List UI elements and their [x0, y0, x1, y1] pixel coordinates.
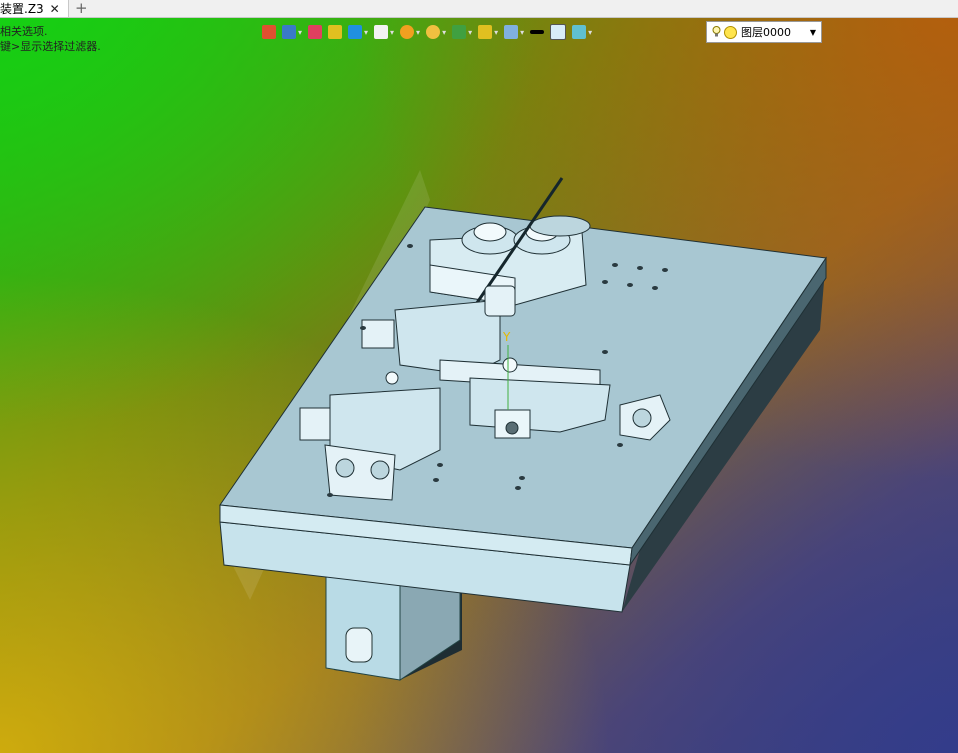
clamp-upper-post: [484, 285, 516, 317]
lower-pivot-hole-1: [335, 458, 355, 478]
chevron-down-icon[interactable]: ▾: [494, 28, 498, 37]
layer-color-icon: [724, 25, 737, 39]
chevron-down-icon[interactable]: ▼: [810, 28, 816, 37]
clamp-upper-end: [361, 319, 395, 349]
box-stack-icon: [328, 25, 343, 39]
chevron-down-icon[interactable]: ▾: [520, 28, 524, 37]
section-icon: [478, 25, 493, 39]
center-screw: [505, 421, 519, 435]
layer-stack-icon: [572, 25, 587, 39]
layer-stack-button[interactable]: ▾: [572, 25, 592, 39]
center-clamp: [469, 377, 611, 433]
3d-viewport[interactable]: Y: [0, 0, 958, 753]
color-swatch-icon: [550, 24, 567, 40]
section-button[interactable]: ▾: [478, 25, 498, 39]
solid-cube-button[interactable]: ▾: [348, 25, 368, 39]
view-cube-button[interactable]: ▾: [282, 25, 302, 39]
hint-line-2: 键>显示选择过滤器.: [0, 40, 101, 53]
cad-model[interactable]: Y: [0, 0, 958, 753]
display-button[interactable]: ▾: [504, 25, 524, 39]
view-cube-icon: [282, 25, 296, 39]
close-icon[interactable]: ✕: [50, 2, 60, 16]
y-axis-label: Y: [502, 330, 511, 344]
chevron-down-icon[interactable]: ▾: [588, 28, 592, 37]
new-tab-icon[interactable]: +: [75, 0, 88, 17]
chevron-down-icon[interactable]: ▾: [468, 28, 472, 37]
line-width-icon: [530, 30, 545, 34]
lower-pin: [385, 371, 399, 385]
zoom-button[interactable]: ▾: [426, 25, 446, 39]
zoom-icon: [426, 25, 441, 39]
bulb-icon: [712, 26, 721, 37]
chevron-down-icon[interactable]: ▾: [298, 28, 302, 37]
pen-icon: [308, 25, 323, 39]
chevron-down-icon[interactable]: ▾: [390, 28, 394, 37]
display-icon: [504, 25, 519, 39]
clamp-lower-end: [299, 407, 331, 441]
fit-view-button[interactable]: ▾: [452, 25, 472, 39]
hint-line-1: 相关选项.: [0, 25, 48, 38]
insert-button[interactable]: [262, 25, 276, 39]
fit-view-icon: [452, 25, 467, 39]
white-cube-icon: [374, 25, 389, 39]
chevron-down-icon[interactable]: ▾: [442, 28, 446, 37]
roller-disc: [529, 215, 591, 237]
tab-title: 装置.Z3: [0, 2, 44, 16]
pen-button[interactable]: [308, 25, 323, 39]
solid-cube-icon: [348, 25, 363, 39]
insert-icon: [262, 25, 276, 39]
box-stack-button[interactable]: [328, 25, 343, 39]
layer-select[interactable]: 图层0000 ▼: [706, 21, 822, 43]
chevron-down-icon[interactable]: ▾: [364, 28, 368, 37]
chevron-down-icon[interactable]: ▾: [416, 28, 420, 37]
layer-name: 图层0000: [741, 26, 791, 39]
support-block-hole: [345, 627, 373, 663]
document-tab-bar: 装置.Z3 ✕ +: [0, 0, 958, 18]
lower-pivot-hole-2: [370, 460, 390, 480]
view-toolbar: ▾ ▾ ▾ ▾ ▾ ▾ ▾ ▾ ▾: [262, 22, 598, 42]
render-mode-icon: [400, 25, 415, 39]
line-width-button[interactable]: [530, 30, 545, 34]
render-mode-button[interactable]: ▾: [400, 25, 420, 39]
right-pivot-hole: [632, 408, 652, 428]
center-pin: [502, 357, 518, 373]
white-cube-button[interactable]: ▾: [374, 25, 394, 39]
tab-document[interactable]: 装置.Z3 ✕: [0, 0, 69, 17]
roller-left-hub: [473, 222, 507, 242]
color-swatch-button[interactable]: [550, 24, 567, 40]
